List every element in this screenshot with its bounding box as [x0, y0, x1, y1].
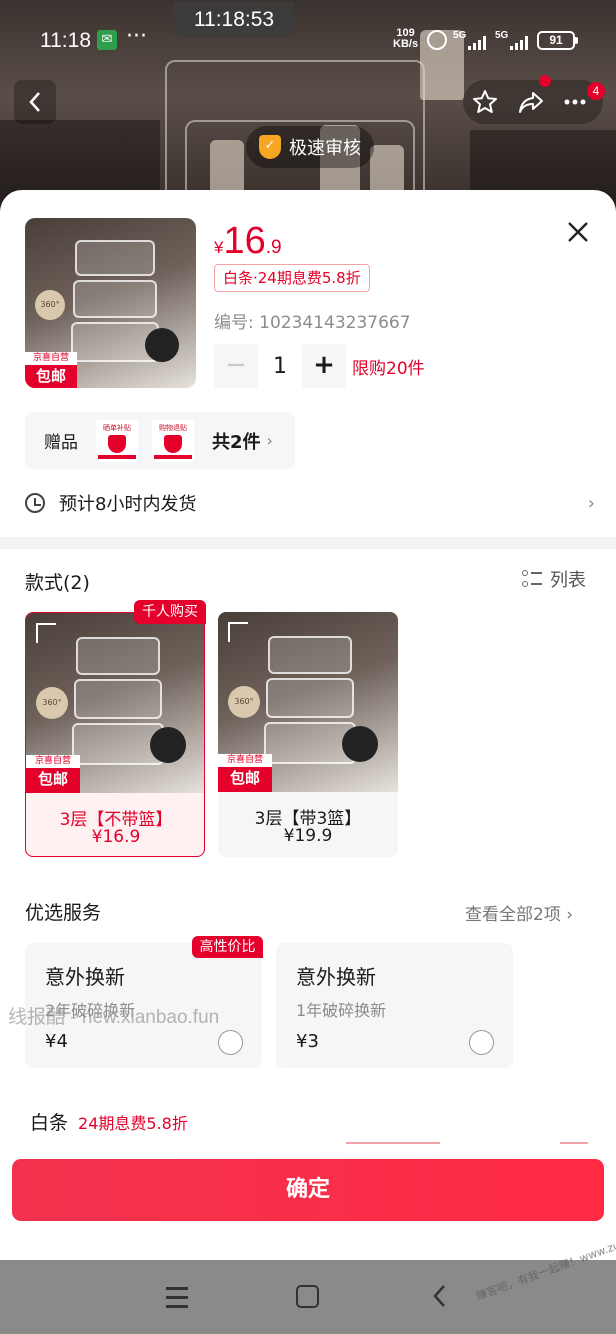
- watermark: 线报酷 - new.xianbao.fun: [8, 1007, 220, 1028]
- expand-icon[interactable]: [36, 623, 56, 643]
- network-speed: 109 KB/s: [393, 27, 419, 50]
- sim2-label: 5G: [495, 30, 509, 41]
- rotate-360-badge: 360°: [35, 290, 65, 320]
- chevron-right-icon: ›: [266, 431, 273, 450]
- status-time: 11:18: [40, 29, 91, 52]
- list-view-toggle[interactable]: 列表: [522, 566, 586, 592]
- share-red-dot: [539, 75, 551, 87]
- center-clock: 11:18:53: [174, 2, 294, 38]
- back-button[interactable]: [14, 80, 56, 124]
- star-icon[interactable]: [471, 88, 499, 116]
- post-app-icon: ✉: [97, 30, 117, 50]
- variant-price: ¥19.9: [283, 826, 333, 846]
- fast-review-label: 极速审核: [289, 138, 361, 159]
- variant-price: ¥16.9: [91, 827, 141, 847]
- close-icon[interactable]: [564, 218, 592, 246]
- service-name: 意外换新: [45, 965, 125, 989]
- quantity-stepper: − 1 +: [214, 344, 346, 388]
- self-operated-badge: 京喜自营 包邮: [25, 352, 77, 388]
- chevron-right-icon: ›: [587, 492, 595, 514]
- baitiao-promo-tag: 白条·24期息费5.8折: [214, 264, 370, 292]
- self-operated-badge: 京喜自营 包邮: [26, 755, 80, 793]
- gift-label: 赠品: [44, 433, 78, 453]
- shield-check-icon: ✓: [259, 135, 281, 159]
- expand-icon[interactable]: [228, 622, 248, 642]
- message-badge: 4: [587, 82, 605, 100]
- page-actions: [463, 80, 603, 124]
- quantity-value[interactable]: 1: [258, 354, 302, 379]
- gift-row[interactable]: 赠品 晒单补贴 购物退贴 共2件 ›: [25, 412, 295, 469]
- purchase-limit: 限购20件: [352, 359, 425, 379]
- section-divider: [0, 537, 616, 549]
- service-desc: 1年破碎换新: [296, 1001, 387, 1020]
- installment-option-edge: [560, 1142, 588, 1144]
- service-price: ¥3: [296, 1031, 319, 1052]
- shipping-row[interactable]: 预计8小时内发货 ›: [25, 486, 595, 520]
- variant-option-2[interactable]: 360° 京喜自营 包邮 3层【带3篮】 ¥19.9: [218, 612, 398, 857]
- gift-item-1: 晒单补贴: [96, 419, 138, 462]
- list-view-label: 列表: [550, 570, 586, 591]
- variants-title: 款式(2): [25, 572, 90, 594]
- signal-1-icon: [468, 36, 486, 50]
- sim1-label: 5G: [453, 30, 467, 41]
- home-icon[interactable]: [296, 1285, 319, 1308]
- shipping-estimate: 预计8小时内发货: [59, 494, 197, 515]
- sku-selector-sheet: 360° 京喜自营 包邮 ¥16.9 白条·24期息费5.8折 编号: 1023…: [0, 190, 616, 1260]
- increase-quantity-button[interactable]: +: [302, 344, 346, 388]
- decrease-quantity-button[interactable]: −: [214, 344, 258, 388]
- service-radio[interactable]: [218, 1030, 243, 1055]
- value-tag: 高性价比: [192, 936, 263, 958]
- view-all-services-link[interactable]: 查看全部2项 ›: [465, 900, 573, 925]
- status-more-icon: ···: [126, 24, 147, 49]
- chevron-left-icon: [29, 92, 40, 112]
- popular-tag: 千人购买: [134, 600, 206, 624]
- self-operated-badge: 京喜自营 包邮: [218, 754, 272, 792]
- battery-icon: 91: [537, 31, 578, 50]
- status-bar: 11:18 ✉ ··· 11:18:53 109 KB/s 5G 5G 91: [0, 0, 616, 80]
- service-name: 意外换新: [296, 965, 376, 989]
- service-radio[interactable]: [469, 1030, 494, 1055]
- variant-option-1[interactable]: 360° 京喜自营 包邮 3层【不带篮】 ¥16.9: [25, 612, 205, 857]
- product-thumbnail[interactable]: 360° 京喜自营 包邮: [25, 218, 196, 388]
- confirm-button[interactable]: 确定: [12, 1159, 604, 1221]
- recent-apps-icon[interactable]: [166, 1287, 188, 1308]
- services-title: 优选服务: [25, 902, 102, 924]
- gift-item-2: 购物退贴: [152, 419, 194, 462]
- service-price: ¥4: [45, 1031, 68, 1052]
- alarm-icon: [427, 30, 447, 50]
- signal-2-icon: [510, 36, 528, 50]
- more-icon[interactable]: [561, 88, 589, 116]
- variant-image: 360° 京喜自营 包邮: [218, 612, 398, 792]
- list-icon: [522, 569, 542, 589]
- sku-number: 编号: 10234143237667: [214, 313, 411, 333]
- installment-option-edge: [346, 1142, 440, 1144]
- product-price: ¥16.9: [214, 220, 282, 262]
- back-icon[interactable]: [432, 1284, 446, 1308]
- baitiao-row: 白条 24期息费5.8折: [30, 1108, 188, 1135]
- clock-icon: [25, 493, 45, 513]
- share-icon[interactable]: [517, 88, 545, 116]
- service-option-2[interactable]: 意外换新 1年破碎换新 ¥3: [276, 943, 513, 1068]
- baitiao-promo: 24期息费5.8折: [78, 1113, 188, 1133]
- baitiao-label: 白条: [30, 1112, 69, 1134]
- fast-review-pill: ✓ 极速审核: [246, 126, 374, 168]
- wheel-closeup: [145, 328, 179, 362]
- variant-image: 360° 京喜自营 包邮: [26, 613, 204, 793]
- gift-count: 共2件: [212, 431, 261, 453]
